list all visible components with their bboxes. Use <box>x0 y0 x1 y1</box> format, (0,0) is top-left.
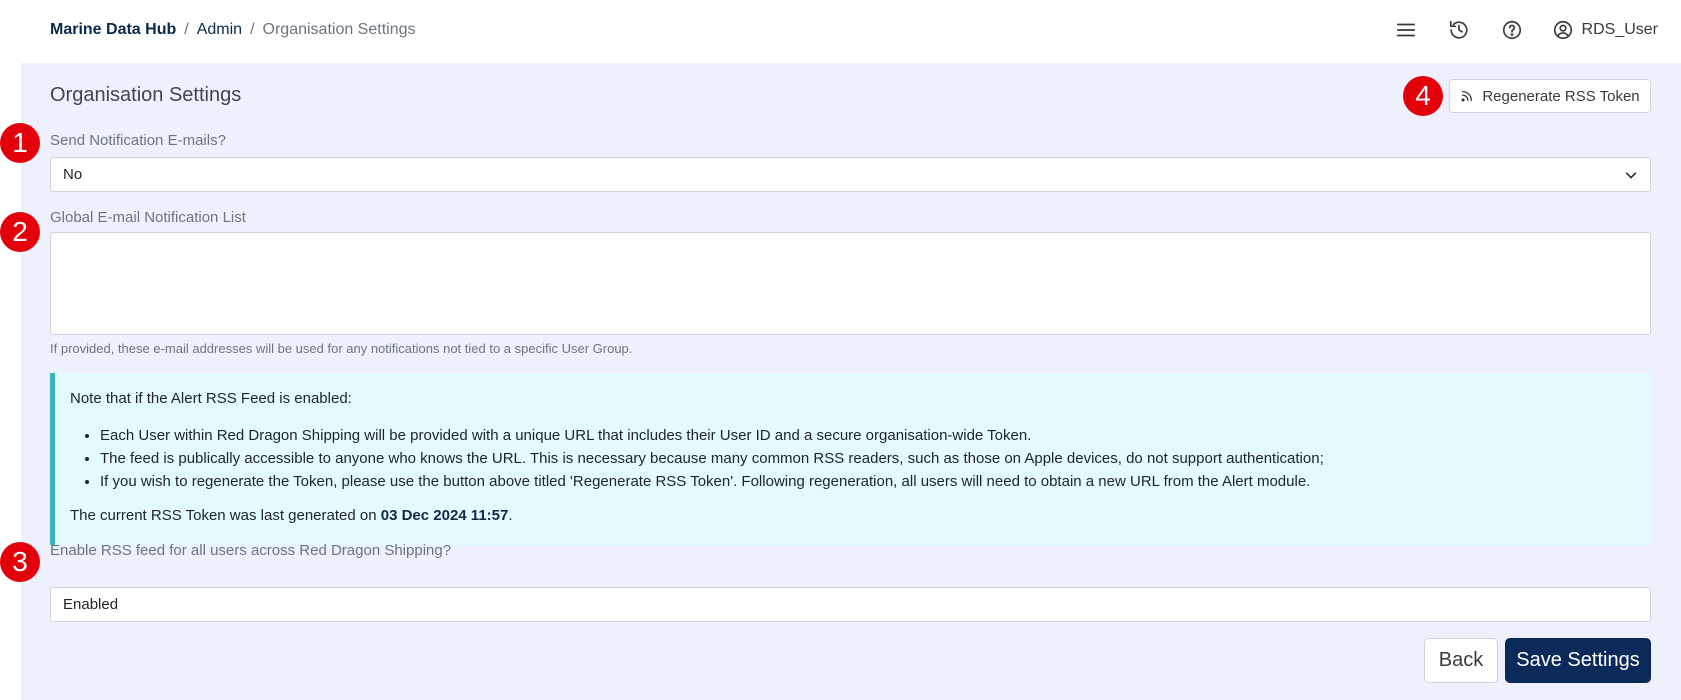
save-settings-button[interactable]: Save Settings <box>1505 638 1651 683</box>
breadcrumb-current: Organisation Settings <box>262 21 416 38</box>
breadcrumb-home[interactable]: Marine Data Hub <box>50 21 176 39</box>
help-icon[interactable] <box>1500 18 1524 42</box>
breadcrumb-admin[interactable]: Admin <box>197 21 242 39</box>
note-intro: Note that if the Alert RSS Feed is enabl… <box>70 390 352 407</box>
back-button[interactable]: Back <box>1424 638 1498 683</box>
annotation-marker-3: 3 <box>0 542 40 582</box>
user-circle-icon <box>1553 20 1572 40</box>
note-last-generated: The current RSS Token was last generated… <box>70 507 1651 524</box>
regenerate-rss-token-label: Regenerate RSS Token <box>1482 87 1640 105</box>
header-actions: RDS_User <box>1365 18 1658 42</box>
enable-rss-select[interactable]: Enabled <box>50 587 1651 622</box>
send-notifications-label: Send Notification E-mails? <box>50 132 226 149</box>
note-last-prefix: The current RSS Token was last generated… <box>70 507 381 524</box>
enable-rss-value: Enabled <box>63 596 119 613</box>
note-bullet: The feed is publically accessible to any… <box>100 447 1651 470</box>
global-email-list-help: If provided, these e-mail addresses will… <box>50 341 633 356</box>
rss-info-note: Note that if the Alert RSS Feed is enabl… <box>50 373 1651 545</box>
enable-rss-label: Enable RSS feed for all users across Red… <box>50 542 452 559</box>
note-bullet: If you wish to regenerate the Token, ple… <box>100 470 1651 493</box>
top-bar: Marine Data Hub / Admin / Organisation S… <box>0 0 1681 63</box>
annotation-marker-1: 1 <box>0 123 40 163</box>
history-icon[interactable] <box>1447 18 1471 42</box>
regenerate-rss-token-button[interactable]: Regenerate RSS Token <box>1449 79 1651 113</box>
breadcrumb-separator: / <box>184 21 189 38</box>
user-menu[interactable]: RDS_User <box>1552 19 1658 41</box>
annotation-marker-4: 4 <box>1403 76 1443 116</box>
note-bullet: Each User within Red Dragon Shipping wil… <box>100 424 1651 447</box>
username: RDS_User <box>1581 21 1658 38</box>
annotation-marker-2: 2 <box>0 212 40 252</box>
note-bullet-list: Each User within Red Dragon Shipping wil… <box>70 424 1651 493</box>
rss-token-generated-date: 03 Dec 2024 11:57 <box>380 507 509 524</box>
chevron-down-icon <box>1625 172 1637 179</box>
global-email-list-textarea[interactable] <box>50 232 1651 335</box>
menu-icon[interactable] <box>1394 18 1418 42</box>
rss-icon <box>1461 90 1473 102</box>
send-notifications-value: No <box>63 166 83 183</box>
breadcrumb: Marine Data Hub / Admin / Organisation S… <box>50 21 416 39</box>
send-notifications-select[interactable]: No <box>50 157 1651 192</box>
global-email-list-label: Global E-mail Notification List <box>50 209 246 226</box>
page-title: Organisation Settings <box>50 84 242 106</box>
breadcrumb-separator: / <box>250 21 255 38</box>
note-last-suffix: . <box>508 507 513 524</box>
